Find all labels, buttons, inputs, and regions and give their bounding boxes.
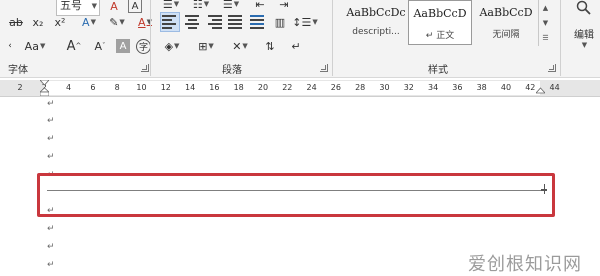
paragraph-mark: ↵ bbox=[47, 242, 55, 252]
ruler-tick-label: 18 bbox=[233, 83, 244, 92]
ruler-tick-label: 6 bbox=[90, 83, 96, 92]
highlight-annotation-box bbox=[37, 173, 555, 217]
style-sample: AaBbCcD bbox=[479, 6, 533, 19]
font-dialog-launcher-icon[interactable] bbox=[141, 64, 149, 72]
ruler-tick-label: 24 bbox=[306, 83, 317, 92]
strikethrough-button[interactable]: ab bbox=[6, 12, 26, 32]
ruler-tick-label: 30 bbox=[379, 83, 390, 92]
watermark-text: 爱创根知识网 bbox=[468, 254, 582, 275]
distributed-button[interactable] bbox=[248, 12, 268, 32]
ruler-tick-label: 14 bbox=[185, 83, 196, 92]
ruler-tick-label: 40 bbox=[500, 83, 512, 92]
ruler-tick-label: 28 bbox=[355, 83, 366, 92]
right-indent-marker-icon[interactable] bbox=[536, 80, 545, 96]
align-right-button[interactable] bbox=[204, 12, 224, 32]
sort-button[interactable]: ⇅ bbox=[260, 36, 280, 56]
chevron-down-icon: ▼ bbox=[581, 41, 588, 49]
styles-group-label: 样式 bbox=[428, 65, 448, 76]
ruler-tick-label: 26 bbox=[330, 83, 341, 92]
show-marks-button[interactable]: ↵ bbox=[286, 36, 306, 56]
editing-label: 编辑 bbox=[574, 30, 594, 41]
font-size-value: 五号 bbox=[60, 0, 82, 12]
ruler-tick-label: 32 bbox=[403, 83, 414, 92]
ruler-tick-label: 12 bbox=[160, 83, 171, 92]
ribbon: 五号 ▼ A A ab x₂ x² A▼ ✎▼ A▼ ‹ Aa▼ A^ Aˇ A… bbox=[0, 0, 600, 78]
paragraph-mark: ↵ bbox=[47, 116, 55, 126]
paragraph-group-label: 段落 bbox=[222, 65, 242, 76]
ruler-tick-label: 4 bbox=[66, 83, 72, 92]
chevron-down-icon[interactable]: ▼ bbox=[543, 19, 548, 27]
subscript-button[interactable]: x₂ bbox=[28, 12, 48, 32]
paragraph-mark: ↵ bbox=[47, 152, 55, 162]
group-divider bbox=[150, 0, 151, 76]
text-effects-button[interactable]: A ▼ bbox=[76, 12, 102, 32]
justify-icon bbox=[228, 15, 244, 29]
style-name: 无间隔 bbox=[492, 30, 520, 40]
left-indent-marker-icon[interactable] bbox=[40, 80, 49, 96]
borders-button[interactable]: ⊞ ▼ bbox=[192, 36, 220, 56]
ruler-tick-label: 34 bbox=[428, 83, 439, 92]
align-left-icon bbox=[162, 15, 178, 29]
distributed-icon bbox=[250, 15, 266, 29]
line-spacing-button[interactable]: ↕☰ ▼ bbox=[292, 12, 318, 32]
group-divider bbox=[560, 0, 561, 76]
ruler-tick-label: 42 bbox=[525, 83, 536, 92]
shading-button[interactable]: ◈ ▼ bbox=[158, 36, 186, 56]
grow-font-button[interactable]: A ^ bbox=[64, 36, 84, 56]
style-item-normal[interactable]: AaBbCcD ↵ 正文 bbox=[408, 0, 472, 45]
shrink-font-button[interactable]: Aˇ bbox=[90, 36, 110, 56]
chevron-up-icon[interactable]: ▲ bbox=[543, 4, 548, 12]
character-shading-button[interactable]: A bbox=[116, 39, 130, 53]
paragraph-dialog-launcher-icon[interactable] bbox=[320, 64, 328, 72]
column-layout-button[interactable]: ▥ bbox=[270, 12, 290, 32]
ruler-tick-label: 20 bbox=[257, 83, 269, 92]
change-case-button[interactable]: Aa ▼ bbox=[20, 36, 50, 56]
style-name: descripti... bbox=[352, 27, 400, 37]
left-arrow-icon: ‹ bbox=[8, 41, 12, 51]
ruler-tick-label: 16 bbox=[209, 83, 220, 92]
styles-gallery-scroll[interactable]: ▲ ▼ ☰ bbox=[538, 0, 552, 46]
ruler-tick-label: 10 bbox=[136, 83, 147, 92]
paragraph-mark: ↵ bbox=[47, 224, 55, 234]
style-sample: AaBbCcDc bbox=[346, 6, 406, 19]
styles-dialog-launcher-icon[interactable] bbox=[548, 64, 556, 72]
style-item-no-spacing[interactable]: AaBbCcD 无间隔 bbox=[474, 0, 538, 45]
ruler-tick-label: 22 bbox=[282, 83, 293, 92]
ruler-tick-label: 44 bbox=[549, 83, 560, 92]
chinese-layout-button[interactable]: ✕ ▼ bbox=[226, 36, 254, 56]
align-right-icon bbox=[206, 15, 222, 29]
justify-button[interactable] bbox=[226, 12, 246, 32]
superscript-button[interactable]: x² bbox=[50, 12, 70, 32]
font-group-label: 字体 bbox=[8, 65, 28, 76]
align-center-button[interactable] bbox=[182, 12, 202, 32]
paragraph-mark: ↵ bbox=[47, 99, 55, 109]
ruler-tick-label: 2 bbox=[17, 83, 23, 92]
ruler-tick-label: 8 bbox=[114, 83, 120, 92]
search-icon bbox=[576, 0, 591, 15]
ruler-tick-label: 38 bbox=[476, 83, 487, 92]
editing-button[interactable]: 编辑 ▼ bbox=[568, 0, 600, 60]
ruler-tick-label: 36 bbox=[452, 83, 463, 92]
enclose-characters-button[interactable]: 字 bbox=[136, 38, 151, 54]
style-item-description[interactable]: AaBbCcDc descripti... bbox=[344, 0, 408, 45]
paragraph-mark: ↵ bbox=[47, 134, 55, 144]
style-name: ↵ 正文 bbox=[425, 31, 455, 41]
gallery-more-icon[interactable]: ☰ bbox=[542, 34, 548, 42]
text-highlight-button[interactable]: ✎ ▼ bbox=[104, 12, 130, 32]
group-divider bbox=[332, 0, 333, 76]
font-color-button[interactable]: A▼ bbox=[132, 12, 158, 32]
align-left-button[interactable] bbox=[160, 12, 180, 32]
style-sample: AaBbCcD bbox=[413, 7, 467, 20]
styles-gallery: AaBbCcDc descripti... AaBbCcD ↵ 正文 AaBbC… bbox=[342, 0, 538, 46]
paragraph-mark: ↵ bbox=[47, 260, 55, 270]
align-center-icon bbox=[184, 15, 200, 29]
